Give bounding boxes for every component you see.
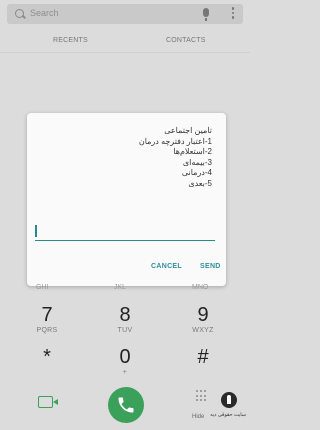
key-letters: TUV	[117, 327, 133, 334]
watermark-logo-icon	[221, 392, 237, 408]
send-button[interactable]: SEND	[200, 263, 221, 270]
mic-icon[interactable]	[203, 8, 209, 21]
video-call-icon[interactable]	[38, 396, 58, 408]
watermark: سایت حقوقی دیه	[210, 392, 246, 426]
key-digit: *	[43, 346, 51, 368]
key-digit: 9	[197, 304, 209, 326]
cancel-button[interactable]: CANCEL	[151, 263, 182, 270]
message-line: 1-اعتبار دفترچه درمان	[138, 136, 212, 146]
message-line: 5-بعدی	[188, 178, 212, 188]
tab-contacts[interactable]: CONTACTS	[166, 37, 206, 44]
key-7[interactable]: 7 PQRS	[27, 305, 67, 334]
watermark-text: سایت حقوقی دیه	[210, 412, 246, 418]
ussd-reply-input[interactable]	[35, 223, 215, 241]
message-line: 2-استعلام‌ها	[173, 147, 212, 156]
phone-icon	[118, 397, 134, 413]
message-line: تامین اجتماعی	[164, 126, 212, 135]
more-options-icon[interactable]	[231, 7, 235, 21]
key-letters: PQRS	[36, 327, 58, 334]
message-line: 4-درمانی	[181, 168, 212, 177]
search-placeholder[interactable]: Search	[30, 8, 59, 18]
key-hash[interactable]: #	[183, 347, 223, 367]
message-line: 3-بیمه‌ای	[182, 157, 212, 167]
call-button[interactable]	[108, 387, 144, 423]
search-icon	[15, 9, 24, 18]
ussd-dialog: تامین اجتماعی 1-اعتبار دفترچه درمان 2-اس…	[27, 113, 226, 286]
search-bar[interactable]: Search	[7, 4, 243, 24]
key-5-letters[interactable]: JKL	[114, 284, 126, 291]
key-digit: 7	[41, 304, 53, 326]
key-0[interactable]: 0 +	[105, 347, 145, 376]
tab-divider	[0, 52, 250, 53]
key-digit: 0	[119, 346, 131, 368]
key-digit: 8	[119, 304, 131, 326]
dialpad-icon	[196, 390, 208, 402]
key-star[interactable]: *	[27, 347, 67, 367]
key-9[interactable]: 9 WXYZ	[183, 305, 223, 334]
hide-keypad-button[interactable]: Hide	[192, 390, 212, 420]
hide-label: Hide	[192, 414, 205, 420]
tab-recents[interactable]: RECENTS	[53, 37, 88, 44]
key-letters: +	[122, 369, 128, 376]
key-8[interactable]: 8 TUV	[105, 305, 145, 334]
key-4-letters[interactable]: GHI	[36, 284, 48, 291]
tab-bar: RECENTS CONTACTS	[0, 30, 250, 53]
ussd-message: تامین اجتماعی 1-اعتبار دفترچه درمان 2-اس…	[37, 126, 212, 189]
text-cursor	[35, 225, 37, 237]
key-digit: #	[197, 346, 209, 368]
key-6-letters[interactable]: MNO	[192, 284, 208, 291]
key-letters: WXYZ	[192, 327, 214, 334]
